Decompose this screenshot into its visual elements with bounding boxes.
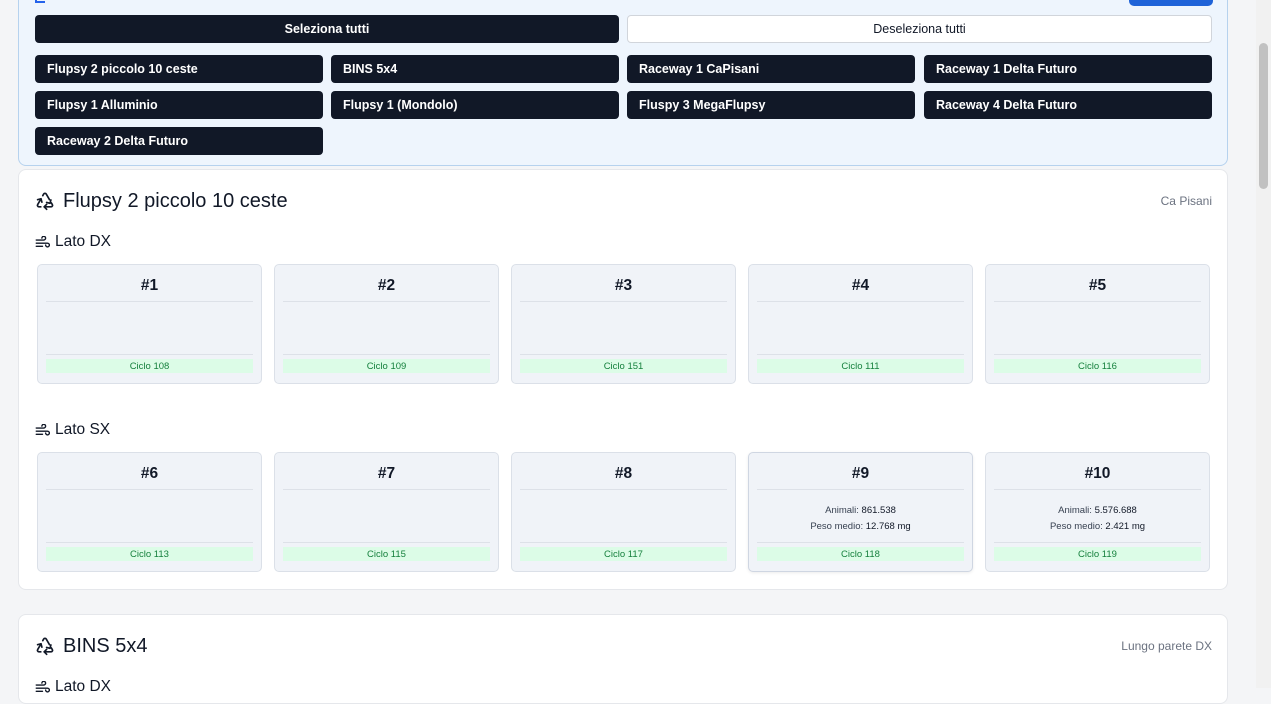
apply-button[interactable]	[1129, 0, 1213, 6]
side-label-dx: Lato DX	[35, 678, 111, 696]
basket-card[interactable]: #5 Ciclo 116	[985, 264, 1210, 384]
animals-row: Animali: 861.538	[749, 503, 972, 519]
recycle-icon	[36, 192, 54, 211]
basket-number: #5	[1088, 277, 1107, 294]
section-title: BINS 5x4	[63, 635, 148, 657]
divider	[757, 301, 964, 302]
divider	[283, 301, 490, 302]
basket-number: #7	[377, 465, 396, 482]
flupsy-filter-button[interactable]: Raceway 2 Delta Futuro	[35, 127, 323, 155]
animals-value: 5.576.688	[1094, 505, 1137, 516]
basket-number: #4	[851, 277, 870, 294]
filter-icon	[35, 0, 45, 3]
flupsy-filter-button[interactable]: Raceway 1 Delta Futuro	[924, 55, 1212, 83]
cycle-badge: Ciclo 151	[520, 359, 727, 373]
divider	[757, 489, 964, 490]
side-label-text: Lato DX	[55, 233, 112, 250]
page-scrollbar[interactable]	[1256, 0, 1271, 688]
cycle-badge: Ciclo 119	[994, 547, 1201, 561]
animals-value: 861.538	[861, 505, 896, 516]
weight-value: 2.421 mg	[1105, 521, 1146, 532]
flupsy-section: BINS 5x4 Lungo parete DX Lato DX	[18, 614, 1228, 704]
divider	[520, 542, 727, 543]
divider	[46, 301, 253, 302]
basket-number: #2	[377, 277, 396, 294]
section-title: Flupsy 2 piccolo 10 ceste	[63, 190, 288, 212]
animals-label: Animali:	[825, 505, 859, 516]
recycle-icon	[36, 637, 54, 656]
flupsy-section: Flupsy 2 piccolo 10 ceste Ca Pisani Lato…	[18, 169, 1228, 590]
flupsy-filter-button[interactable]: Raceway 1 CaPisani	[627, 55, 915, 83]
animals-label: Animali:	[1058, 505, 1092, 516]
deselect-all-button[interactable]: Deseleziona tutti	[627, 15, 1212, 43]
cycle-badge: Ciclo 116	[994, 359, 1201, 373]
basket-card[interactable]: #9 Animali: 861.538 Peso medio: 12.768 m…	[748, 452, 973, 572]
divider	[520, 354, 727, 355]
side-label-text: Lato SX	[55, 421, 111, 438]
basket-card[interactable]: #1 Ciclo 108	[37, 264, 262, 384]
cycle-badge: Ciclo 115	[283, 547, 490, 561]
divider	[994, 354, 1201, 355]
basket-stats: Animali: 861.538 Peso medio: 12.768 mg	[749, 503, 972, 535]
wind-icon	[35, 680, 50, 693]
section-location: Lungo parete DX	[1121, 639, 1212, 653]
divider	[757, 542, 964, 543]
flupsy-filter-button[interactable]: Flupsy 1 (Mondolo)	[331, 91, 619, 119]
cycle-badge: Ciclo 109	[283, 359, 490, 373]
divider	[283, 489, 490, 490]
basket-number: #6	[140, 465, 159, 482]
cycle-badge: Ciclo 111	[757, 359, 964, 373]
animals-row: Animali: 5.576.688	[986, 503, 1209, 519]
divider	[520, 301, 727, 302]
scrollbar-thumb[interactable]	[1259, 43, 1268, 189]
basket-stats: Animali: 5.576.688 Peso medio: 2.421 mg	[986, 503, 1209, 535]
weight-value: 12.768 mg	[865, 521, 911, 532]
weight-label: Peso medio:	[810, 521, 864, 532]
basket-card[interactable]: #8 Ciclo 117	[511, 452, 736, 572]
divider	[46, 489, 253, 490]
flupsy-filter-button[interactable]: Fluspy 3 MegaFlupsy	[627, 91, 915, 119]
flupsy-filter-button[interactable]: Flupsy 2 piccolo 10 ceste	[35, 55, 323, 83]
cycle-badge: Ciclo 117	[520, 547, 727, 561]
basket-number: #1	[140, 277, 159, 294]
basket-card[interactable]: #3 Ciclo 151	[511, 264, 736, 384]
divider	[994, 489, 1201, 490]
wind-icon	[35, 235, 50, 248]
cycle-badge: Ciclo 108	[46, 359, 253, 373]
weight-row: Peso medio: 12.768 mg	[749, 519, 972, 535]
side-label-sx: Lato SX	[35, 421, 110, 439]
basket-card[interactable]: #4 Ciclo 111	[748, 264, 973, 384]
basket-number: #3	[614, 277, 633, 294]
basket-number: #9	[851, 465, 870, 482]
divider	[757, 354, 964, 355]
basket-card[interactable]: #10 Animali: 5.576.688 Peso medio: 2.421…	[985, 452, 1210, 572]
cycle-badge: Ciclo 113	[46, 547, 253, 561]
divider	[994, 301, 1201, 302]
basket-card[interactable]: #7 Ciclo 115	[274, 452, 499, 572]
basket-card[interactable]: #6 Ciclo 113	[37, 452, 262, 572]
divider	[994, 542, 1201, 543]
cycle-badge: Ciclo 118	[757, 547, 964, 561]
basket-number: #10	[1084, 465, 1111, 482]
divider	[283, 542, 490, 543]
section-location: Ca Pisani	[1160, 194, 1212, 208]
divider	[283, 354, 490, 355]
basket-card[interactable]: #2 Ciclo 109	[274, 264, 499, 384]
flupsy-filter-button[interactable]: Raceway 4 Delta Futuro	[924, 91, 1212, 119]
flupsy-filter-panel: Seleziona tutti Deseleziona tutti Flupsy…	[18, 0, 1228, 166]
flupsy-filter-button[interactable]: BINS 5x4	[331, 55, 619, 83]
divider	[46, 354, 253, 355]
select-all-button[interactable]: Seleziona tutti	[35, 15, 619, 43]
side-label-dx: Lato DX	[35, 233, 111, 251]
weight-row: Peso medio: 2.421 mg	[986, 519, 1209, 535]
flupsy-filter-button[interactable]: Flupsy 1 Alluminio	[35, 91, 323, 119]
divider	[46, 542, 253, 543]
wind-icon	[35, 423, 50, 436]
weight-label: Peso medio:	[1049, 521, 1103, 532]
divider	[520, 489, 727, 490]
side-label-text: Lato DX	[55, 678, 112, 695]
basket-number: #8	[614, 465, 633, 482]
